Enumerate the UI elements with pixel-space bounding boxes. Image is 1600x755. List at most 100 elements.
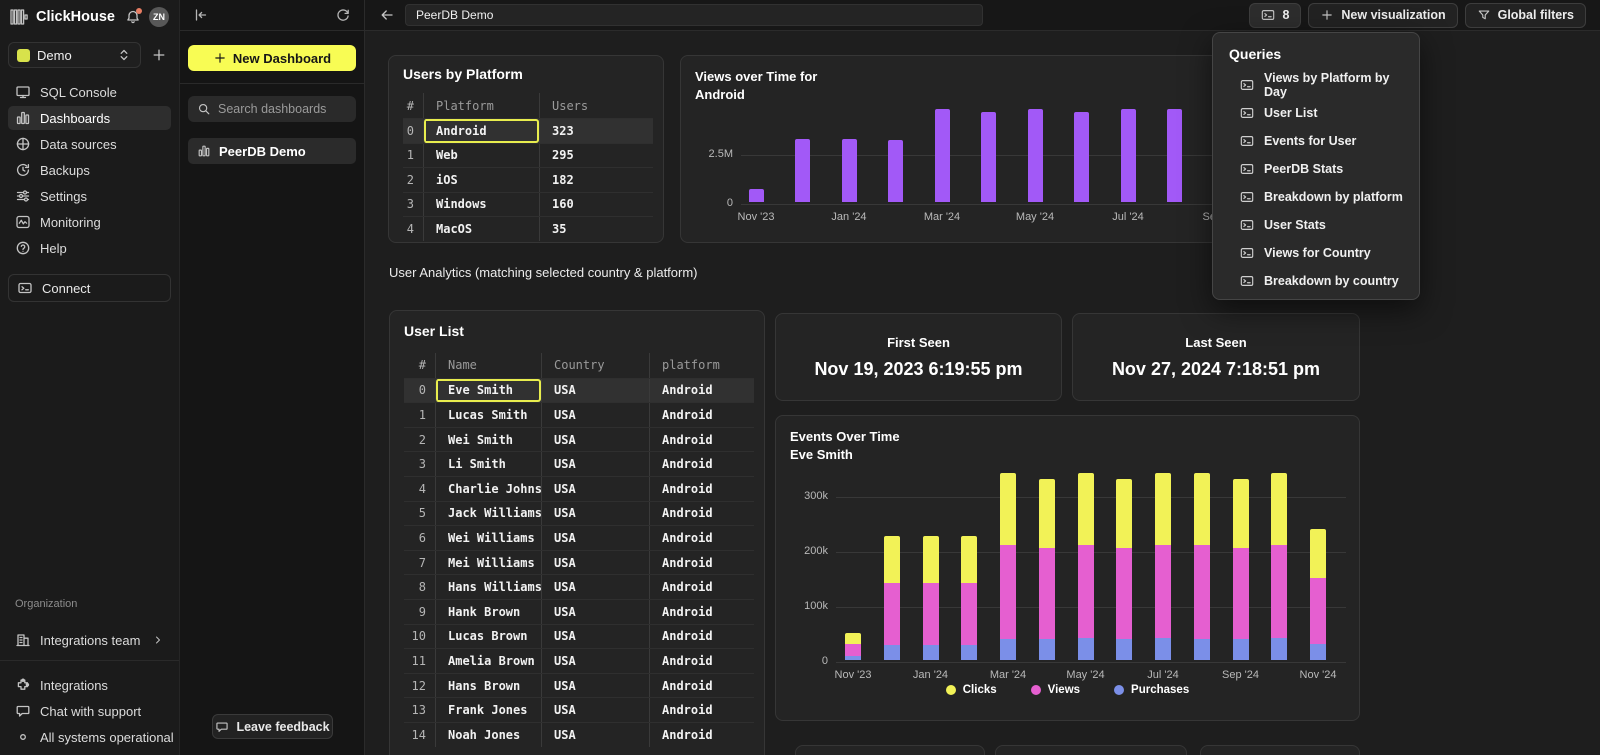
- chart-bar[interactable]: [981, 112, 996, 202]
- table-cell[interactable]: Android: [649, 674, 754, 698]
- table-cell[interactable]: USA: [541, 674, 649, 698]
- table-cell[interactable]: Lucas Smith: [435, 403, 541, 427]
- table-cell[interactable]: Hank Brown: [435, 600, 541, 624]
- query-item[interactable]: User Stats: [1213, 211, 1419, 239]
- table-cell[interactable]: USA: [541, 452, 649, 476]
- table-row[interactable]: 2Wei SmithUSAAndroid: [404, 427, 754, 452]
- queries-count-button[interactable]: 8: [1249, 3, 1301, 28]
- table-cell[interactable]: 2: [403, 168, 423, 192]
- table-cell[interactable]: USA: [541, 551, 649, 575]
- table-cell[interactable]: Eve Smith: [435, 379, 541, 403]
- table-cell[interactable]: Android: [649, 600, 754, 624]
- chart-bar-stack[interactable]: [1039, 479, 1055, 660]
- chart-bar[interactable]: [749, 189, 764, 202]
- table-cell[interactable]: Frank Jones: [435, 698, 541, 722]
- new-visualization-button[interactable]: New visualization: [1308, 3, 1457, 28]
- table-cell[interactable]: Noah Jones: [435, 723, 541, 747]
- sidebar-item-chat-with-support[interactable]: Chat with support: [8, 699, 171, 723]
- table-cell[interactable]: 14: [404, 723, 435, 747]
- table-row[interactable]: 0Eve SmithUSAAndroid: [404, 378, 754, 403]
- table-cell[interactable]: Lucas Brown: [435, 625, 541, 649]
- query-item[interactable]: Events for User: [1213, 127, 1419, 155]
- table-row[interactable]: 13Frank JonesUSAAndroid: [404, 697, 754, 722]
- chart-bar[interactable]: [1028, 109, 1043, 202]
- table-cell[interactable]: Amelia Brown: [435, 649, 541, 673]
- chart-bar-stack[interactable]: [1233, 479, 1249, 660]
- query-item[interactable]: Views for Country: [1213, 239, 1419, 267]
- table-cell[interactable]: Mei Williams: [435, 551, 541, 575]
- table-cell[interactable]: USA: [541, 502, 649, 526]
- table-cell[interactable]: Jack Williams: [435, 502, 541, 526]
- table-cell[interactable]: 160: [539, 193, 653, 217]
- table-cell[interactable]: Android: [649, 649, 754, 673]
- table-cell[interactable]: USA: [541, 600, 649, 624]
- query-item[interactable]: PeerDB Stats: [1213, 155, 1419, 183]
- table-row[interactable]: 6Wei WilliamsUSAAndroid: [404, 525, 754, 550]
- table-cell[interactable]: Android: [423, 119, 539, 143]
- query-item[interactable]: Breakdown by platform: [1213, 183, 1419, 211]
- table-cell[interactable]: Android: [649, 477, 754, 501]
- chart-bar[interactable]: [795, 139, 810, 202]
- leave-feedback-button[interactable]: Leave feedback: [212, 714, 333, 739]
- table-cell[interactable]: Android: [649, 551, 754, 575]
- table-row[interactable]: 3Windows160: [403, 192, 653, 217]
- table-cell[interactable]: Charlie Johnson: [435, 477, 541, 501]
- table-cell[interactable]: Hans Williams: [435, 575, 541, 599]
- table-cell[interactable]: USA: [541, 698, 649, 722]
- table-cell[interactable]: Android: [649, 428, 754, 452]
- table-row[interactable]: 7Mei WilliamsUSAAndroid: [404, 550, 754, 575]
- avatar[interactable]: ZN: [149, 7, 169, 27]
- chart-bar[interactable]: [1167, 109, 1182, 202]
- table-cell[interactable]: 12: [404, 674, 435, 698]
- chart-bar-stack[interactable]: [923, 536, 939, 660]
- sidebar-item-system-status[interactable]: All systems operational: [8, 725, 171, 749]
- query-item[interactable]: Breakdown by country: [1213, 267, 1419, 295]
- chart-bar-stack[interactable]: [1310, 529, 1326, 660]
- chart-bar-stack[interactable]: [1078, 473, 1094, 660]
- workspace-selector[interactable]: Demo: [8, 42, 141, 68]
- table-row[interactable]: 5Jack WilliamsUSAAndroid: [404, 501, 754, 526]
- collapse-panel-icon[interactable]: [193, 7, 209, 23]
- search-dashboards-box[interactable]: [188, 96, 356, 122]
- table-cell[interactable]: 1: [404, 403, 435, 427]
- table-row[interactable]: 2iOS182: [403, 167, 653, 192]
- table-cell[interactable]: Android: [649, 502, 754, 526]
- sidebar-item-settings[interactable]: Settings: [8, 184, 171, 208]
- chart-bar-stack[interactable]: [1000, 473, 1016, 660]
- table-row[interactable]: 1Lucas SmithUSAAndroid: [404, 402, 754, 427]
- table-cell[interactable]: Android: [649, 452, 754, 476]
- table-cell[interactable]: 7: [404, 551, 435, 575]
- notifications-button[interactable]: [123, 7, 143, 27]
- add-workspace-button[interactable]: [147, 43, 171, 67]
- sidebar-item-sql-console[interactable]: SQL Console: [8, 80, 171, 104]
- table-cell[interactable]: 11: [404, 649, 435, 673]
- table-cell[interactable]: Android: [649, 723, 754, 747]
- table-cell[interactable]: USA: [541, 649, 649, 673]
- table-cell[interactable]: 8: [404, 575, 435, 599]
- global-filters-button[interactable]: Global filters: [1465, 3, 1586, 28]
- table-cell[interactable]: 13: [404, 698, 435, 722]
- table-cell[interactable]: Hans Brown: [435, 674, 541, 698]
- table-cell[interactable]: 0: [403, 119, 423, 143]
- table-row[interactable]: 4Charlie JohnsonUSAAndroid: [404, 476, 754, 501]
- table-row[interactable]: 10Lucas BrownUSAAndroid: [404, 624, 754, 649]
- table-cell[interactable]: 2: [404, 428, 435, 452]
- table-cell[interactable]: 6: [404, 526, 435, 550]
- legend-item[interactable]: Clicks: [946, 684, 997, 696]
- table-row[interactable]: 4MacOS35: [403, 216, 653, 241]
- table-cell[interactable]: 9: [404, 600, 435, 624]
- back-button[interactable]: [379, 7, 395, 23]
- search-dashboards-input[interactable]: [218, 102, 347, 116]
- table-cell[interactable]: USA: [541, 428, 649, 452]
- table-row[interactable]: 8Hans WilliamsUSAAndroid: [404, 574, 754, 599]
- chart-bar-stack[interactable]: [1155, 473, 1171, 660]
- chart-bar-stack[interactable]: [845, 633, 861, 660]
- table-cell[interactable]: 1: [403, 144, 423, 168]
- sidebar-item-integrations[interactable]: Integrations: [8, 673, 171, 697]
- table-cell[interactable]: Android: [649, 575, 754, 599]
- query-item[interactable]: User List: [1213, 99, 1419, 127]
- table-cell[interactable]: USA: [541, 625, 649, 649]
- sidebar-item-dashboards[interactable]: Dashboards: [8, 106, 171, 130]
- table-cell[interactable]: 323: [539, 119, 653, 143]
- table-cell[interactable]: 4: [404, 477, 435, 501]
